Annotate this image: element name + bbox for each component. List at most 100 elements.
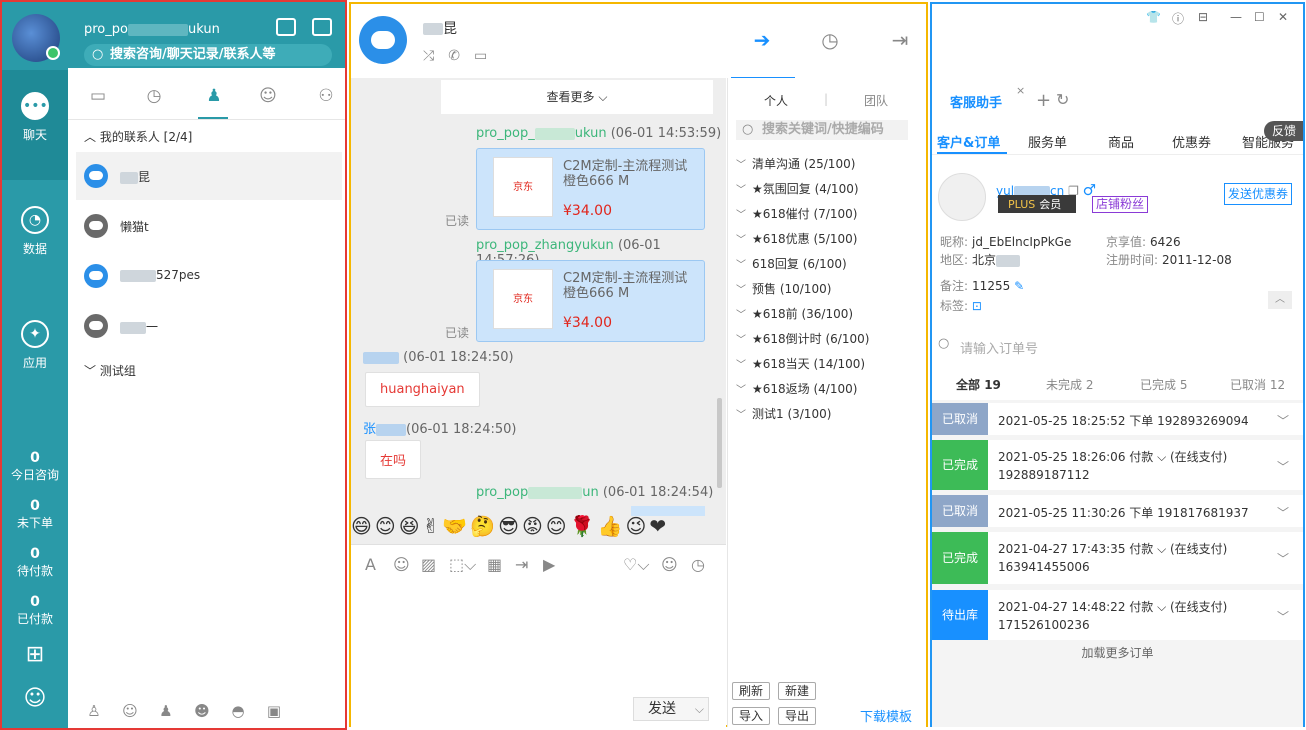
tab-colleagues-icon[interactable]: ☺ [256, 86, 280, 108]
maximize-icon[interactable]: ☐ [1254, 10, 1265, 24]
quick-group-item[interactable]: ﹀ ★618返场 (4/100) [736, 380, 857, 397]
font-icon[interactable]: A [365, 555, 376, 574]
tab-team[interactable]: 团队 [864, 92, 888, 109]
quick-group-item[interactable]: ﹀ ★618优惠 (5/100) [736, 230, 857, 247]
quick-group-item[interactable]: ﹀ 清单沟通 (25/100) [736, 155, 855, 172]
contact-item[interactable]: 527pes [76, 252, 342, 300]
comment-icon[interactable]: ▭ [474, 48, 501, 64]
close-tab-icon[interactable]: × [1016, 84, 1025, 97]
alert-icon[interactable]: ⓘ [1172, 10, 1184, 27]
message-input[interactable] [351, 585, 726, 685]
quick-group-item[interactable]: ﹀ ★618当天 (14/100) [736, 355, 865, 372]
feedback-button[interactable]: 反馈 [1264, 121, 1303, 141]
history-clock-icon[interactable]: ◷ [815, 28, 845, 58]
quick-group-item[interactable]: ﹀ ★618前 (36/100) [736, 305, 853, 322]
video-icon[interactable]: ▶ [543, 555, 555, 574]
global-search-input[interactable]: ○ 搜索咨询/聊天记录/联系人等 [84, 44, 332, 66]
quick-group-item[interactable]: ﹀ ★618倒计时 (6/100) [736, 330, 869, 347]
skin-icon[interactable]: 👕 [1146, 10, 1161, 24]
exit-icon[interactable]: ⇥ [885, 28, 915, 58]
emoji-quick-bar[interactable]: 😄😊😆✌🤝🤔😎😡😊🌹👍😉❤ [351, 514, 726, 544]
robot-reply-icon[interactable]: ☺ [661, 555, 678, 574]
tab-service-tickets[interactable]: 服务单 [1028, 132, 1067, 151]
create-button[interactable]: 新建 [778, 682, 817, 700]
load-more-orders-button[interactable]: 加载更多订单 [932, 644, 1303, 661]
add-tab-icon[interactable]: + [1036, 90, 1051, 111]
contact-item[interactable]: 懒猫t [76, 202, 342, 250]
contact-item[interactable]: 一 [76, 302, 342, 350]
message-box-icon[interactable] [312, 18, 332, 36]
chevron-down-icon[interactable]: ﹀ [1277, 412, 1289, 429]
add-tag-icon[interactable]: ⊡ [972, 299, 982, 313]
contact-item[interactable]: 昆 [76, 152, 342, 200]
schedule-icon[interactable]: ▣ [264, 702, 284, 722]
order-row[interactable]: 已取消 2021-05-25 11:30:26 下单 191817681937 … [932, 495, 1303, 527]
order-row[interactable]: 已完成 2021-04-27 17:43:35 付款 ⌵ (在线支付) 1639… [932, 532, 1303, 584]
order-row[interactable]: 已取消 2021-05-25 18:25:52 下单 192893269094 … [932, 403, 1303, 435]
order-search-input[interactable]: ○ 请输入订单号 [932, 320, 1303, 366]
chat-scrollbar[interactable] [717, 398, 722, 488]
phone-icon[interactable]: ✆ [448, 48, 474, 64]
chevron-down-icon[interactable]: ﹀ [1277, 608, 1289, 625]
nav-data[interactable]: ◔ 数据 [2, 184, 68, 294]
quick-group-item[interactable]: ﹀ 测试1 (3/100) [736, 405, 831, 422]
tab-history-icon[interactable]: ◷ [142, 86, 166, 108]
tab-coupons[interactable]: 优惠券 [1172, 132, 1211, 151]
edit-icon[interactable]: ✎ [1014, 279, 1024, 293]
refresh-icon[interactable]: ↻ [1056, 90, 1069, 109]
send-button[interactable]: 发送 ⌵ [633, 697, 709, 721]
contact-list-icon[interactable]: ♙ [84, 702, 104, 722]
robot-icon[interactable]: ☻ [192, 702, 212, 722]
group-my-contacts[interactable]: ︿ 我的联系人 [2/4] [84, 128, 192, 145]
tab-customer-orders[interactable]: 客户&订单 [937, 132, 1000, 151]
quick-group-item[interactable]: ﹀ ★618催付 (7/100) [736, 205, 857, 222]
headset-icon[interactable]: ◓ [228, 702, 248, 722]
gift-icon[interactable]: ⊟ [1198, 10, 1208, 24]
close-icon[interactable]: ✕ [1278, 10, 1288, 24]
quick-group-item[interactable]: ﹀ 预售 (10/100) [736, 280, 831, 297]
product-card[interactable]: 京东 C2M定制-主流程测试 橙色666 M ¥34.00 [476, 260, 705, 342]
nav-apps[interactable]: ✦ 应用 [2, 298, 68, 408]
image-icon[interactable]: ▨ [421, 555, 436, 574]
tab-customer-assistant[interactable]: 客服助手 [950, 92, 1002, 111]
quick-search-input[interactable]: ○ 搜索关键词/快捷编码 [736, 120, 908, 140]
chat-icon[interactable]: ☺ [120, 702, 140, 722]
minimize-icon[interactable]: — [1230, 10, 1242, 24]
product-card[interactable]: 京东 C2M定制-主流程测试 橙色666 M ¥34.00 [476, 148, 705, 230]
tab-recent-chats-icon[interactable]: ▭ [86, 86, 110, 108]
order-row[interactable]: 已完成 2021-05-25 18:26:06 付款 ⌵ (在线支付) 1928… [932, 440, 1303, 490]
import-button[interactable]: 导入 [732, 707, 771, 725]
heart-evaluate-icon[interactable]: ♡⌵ [623, 555, 649, 575]
export-button[interactable]: 导出 [778, 707, 817, 725]
history-icon[interactable]: ◷ [691, 555, 705, 574]
tab-cancelled-orders[interactable]: 已取消 12 [1230, 376, 1285, 393]
emoji-icon[interactable]: ☺ [393, 555, 410, 574]
tab-finished-orders[interactable]: 已完成 5 [1140, 376, 1187, 393]
calendar-icon[interactable] [276, 18, 296, 36]
tab-personal[interactable]: 个人 [764, 92, 788, 109]
nav-chat[interactable]: ••• 聊天 [2, 70, 68, 180]
calculator-icon[interactable]: ▦ [487, 555, 502, 574]
order-row[interactable]: 待出库 2021-04-27 14:48:22 付款 ⌵ (在线支付) 1715… [932, 590, 1303, 640]
chevron-down-icon[interactable]: ﹀ [1277, 504, 1289, 521]
customer-icon[interactable]: ♟ [156, 702, 176, 722]
download-template-link[interactable]: 下载模板 [860, 706, 912, 725]
chat-mode-icon[interactable]: ➔ [747, 28, 777, 58]
transfer-icon[interactable]: ⤮ [423, 48, 448, 64]
send-file-icon[interactable]: ⇥ [515, 555, 528, 574]
robot-face-icon[interactable]: ☺ [2, 686, 68, 711]
tab-all-orders[interactable]: 全部 19 [956, 376, 1001, 393]
tab-contacts-icon[interactable]: ♟ [202, 86, 226, 108]
collapse-icon[interactable]: ︿ [1268, 291, 1292, 309]
tab-products[interactable]: 商品 [1108, 132, 1134, 151]
send-coupon-button[interactable]: 发送优惠券 [1224, 183, 1292, 205]
chevron-down-icon[interactable]: ﹀ [1277, 550, 1289, 567]
tab-groups-icon[interactable]: ⚇ [314, 86, 338, 108]
group-test[interactable]: ﹀ 测试组 [84, 362, 136, 379]
load-more-button[interactable]: 查看更多 ⌵ [441, 80, 713, 114]
apps-grid-icon[interactable]: ⊞ [2, 642, 68, 667]
quick-group-item[interactable]: ﹀ ★氛围回复 (4/100) [736, 180, 859, 197]
tab-unfinished-orders[interactable]: 未完成 2 [1046, 376, 1093, 393]
refresh-button[interactable]: 刷新 [732, 682, 771, 700]
chevron-down-icon[interactable]: ﹀ [1277, 458, 1289, 475]
